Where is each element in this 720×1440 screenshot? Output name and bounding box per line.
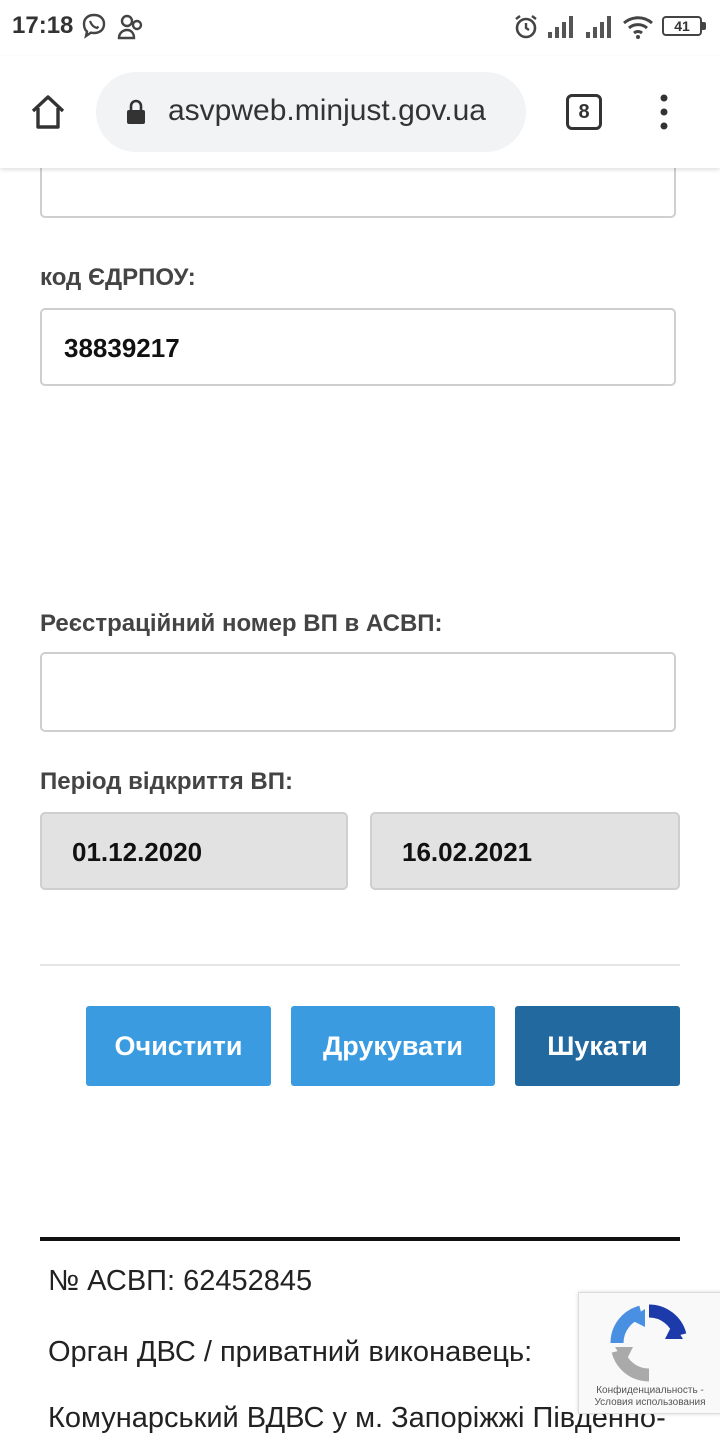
status-bar: 17:18 41 <box>0 0 720 56</box>
edrpou-label: код ЄДРПОУ: <box>40 264 196 291</box>
organ-value: Комунарський ВДВС у м. Запоріжжі Південн… <box>48 1402 666 1434</box>
battery-icon: 41 <box>662 16 702 36</box>
viber-icon <box>82 13 106 39</box>
tab-count: 8 <box>578 101 590 123</box>
date-to-value: 16.02.2021 <box>402 837 533 867</box>
results-separator <box>40 1237 680 1241</box>
date-from-value: 01.12.2020 <box>72 837 203 867</box>
reg-number-input[interactable] <box>40 652 676 732</box>
clear-button[interactable]: Очистити <box>86 1006 271 1086</box>
battery-level: 41 <box>674 18 690 34</box>
date-from-input[interactable]: 01.12.2020 <box>40 812 348 890</box>
date-to-input[interactable]: 16.02.2021 <box>370 812 680 890</box>
browser-toolbar: asvpweb.minjust.gov.ua 8 <box>0 56 720 168</box>
recaptcha-caption[interactable]: Конфиденциальность - Условия использован… <box>579 1385 720 1409</box>
wifi-icon <box>623 16 653 39</box>
edrpou-value: 38839217 <box>64 333 180 363</box>
recaptcha-badge[interactable]: Конфиденциальность - Условия использован… <box>578 1292 720 1414</box>
recaptcha-icon <box>610 1304 687 1382</box>
edrpou-input[interactable]: 38839217 <box>40 308 676 386</box>
reg-number-label: Реєстраційний номер ВП в АСВП: <box>40 610 443 637</box>
signal-icon <box>586 16 611 38</box>
people-icon <box>117 14 143 40</box>
signal-icon <box>548 16 573 38</box>
organ-label: Орган ДВС / приватний виконавець: <box>48 1336 533 1368</box>
more-menu-icon[interactable] <box>654 92 674 132</box>
period-label: Період відкриття ВП: <box>40 768 294 795</box>
battery-tip <box>702 22 706 30</box>
alarm-icon <box>515 15 537 39</box>
home-icon[interactable] <box>28 92 68 132</box>
divider <box>40 964 680 966</box>
print-button[interactable]: Друкувати <box>291 1006 495 1086</box>
url-text[interactable]: asvpweb.minjust.gov.ua <box>168 94 486 128</box>
status-time: 17:18 <box>12 12 74 39</box>
tab-switcher-button[interactable]: 8 <box>566 94 602 130</box>
lock-icon <box>127 99 145 124</box>
search-button[interactable]: Шукати <box>515 1006 680 1086</box>
recaptcha-privacy-link[interactable]: Конфиденциальность - <box>579 1385 720 1397</box>
asvp-number: № АСВП: 62452845 <box>48 1265 313 1297</box>
recaptcha-terms-link[interactable]: Условия использования <box>579 1397 720 1409</box>
